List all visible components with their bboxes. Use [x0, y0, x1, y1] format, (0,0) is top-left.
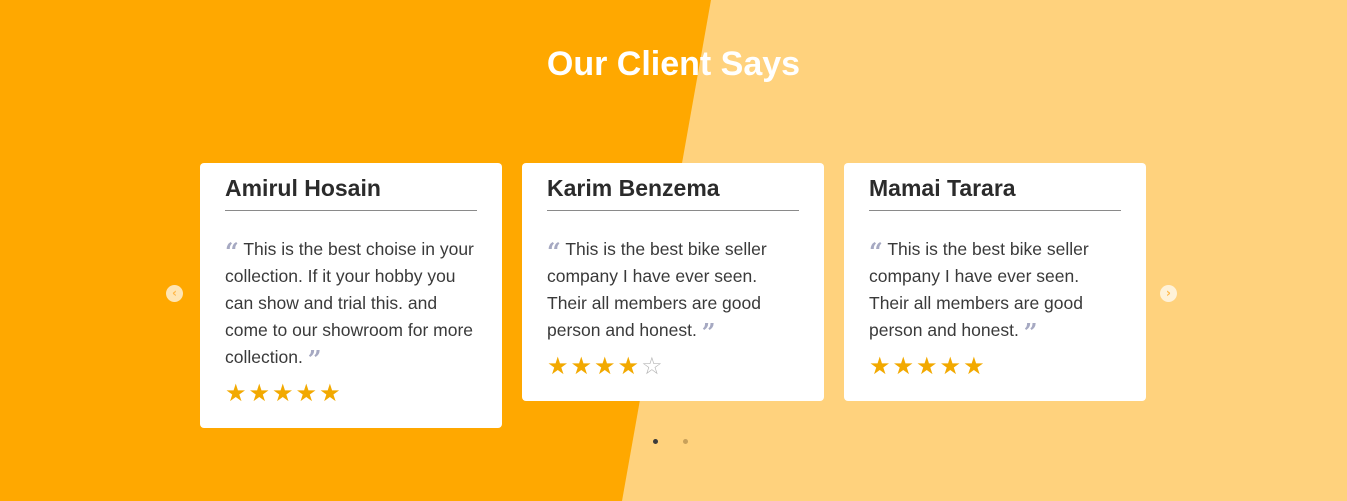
carousel-next-button[interactable]: ›: [1160, 285, 1177, 302]
carousel-prev-button[interactable]: ‹: [166, 285, 183, 302]
star-filled-icon: ★: [272, 379, 294, 407]
star-rating: ★ ★ ★ ★ ★: [869, 353, 1121, 379]
testimonial-card: Mamai Tarara “ This is the best bike sel…: [844, 163, 1146, 401]
star-rating: ★ ★ ★ ★ ☆: [547, 353, 799, 379]
star-filled-icon: ★: [570, 352, 593, 380]
quote-close-icon: ”: [307, 345, 322, 374]
quote-close-icon: ”: [701, 318, 716, 347]
star-filled-icon: ★: [547, 352, 569, 380]
star-filled-icon: ★: [225, 379, 247, 407]
testimonial-card: Amirul Hosain “ This is the best choise …: [200, 163, 502, 428]
testimonial-body: This is the best bike seller company I h…: [547, 239, 767, 340]
testimonial-body: This is the best choise in your collecti…: [225, 239, 474, 367]
testimonial-card: Karim Benzema “ This is the best bike se…: [522, 163, 824, 401]
star-empty-icon: ☆: [641, 352, 663, 380]
testimonial-text: “ This is the best choise in your collec…: [225, 236, 477, 374]
star-filled-icon: ★: [248, 379, 271, 407]
quote-close-icon: ”: [1023, 318, 1038, 347]
star-filled-icon: ★: [892, 352, 915, 380]
quote-open-icon: “: [869, 237, 883, 266]
client-name: Karim Benzema: [547, 173, 799, 211]
quote-open-icon: “: [225, 237, 239, 266]
client-name: Amirul Hosain: [225, 173, 477, 211]
carousel-pagination: [653, 439, 688, 444]
chevron-left-icon: ‹: [172, 286, 177, 300]
star-rating: ★ ★ ★ ★ ★: [225, 380, 477, 406]
star-filled-icon: ★: [963, 352, 985, 380]
testimonial-text: “ This is the best bike seller company I…: [547, 236, 799, 347]
star-filled-icon: ★: [319, 379, 341, 407]
testimonial-text: “ This is the best bike seller company I…: [869, 236, 1121, 347]
section-title: Our Client Says: [546, 45, 801, 83]
star-filled-icon: ★: [939, 352, 962, 380]
star-filled-icon: ★: [869, 352, 891, 380]
chevron-right-icon: ›: [1166, 286, 1171, 300]
client-name: Mamai Tarara: [869, 173, 1121, 211]
star-filled-icon: ★: [617, 352, 640, 380]
star-filled-icon: ★: [295, 379, 318, 407]
testimonial-body: This is the best bike seller company I h…: [869, 239, 1089, 340]
star-filled-icon: ★: [594, 352, 616, 380]
carousel-dot[interactable]: [653, 439, 658, 444]
quote-open-icon: “: [547, 237, 561, 266]
star-filled-icon: ★: [916, 352, 938, 380]
carousel-dot[interactable]: [683, 439, 688, 444]
